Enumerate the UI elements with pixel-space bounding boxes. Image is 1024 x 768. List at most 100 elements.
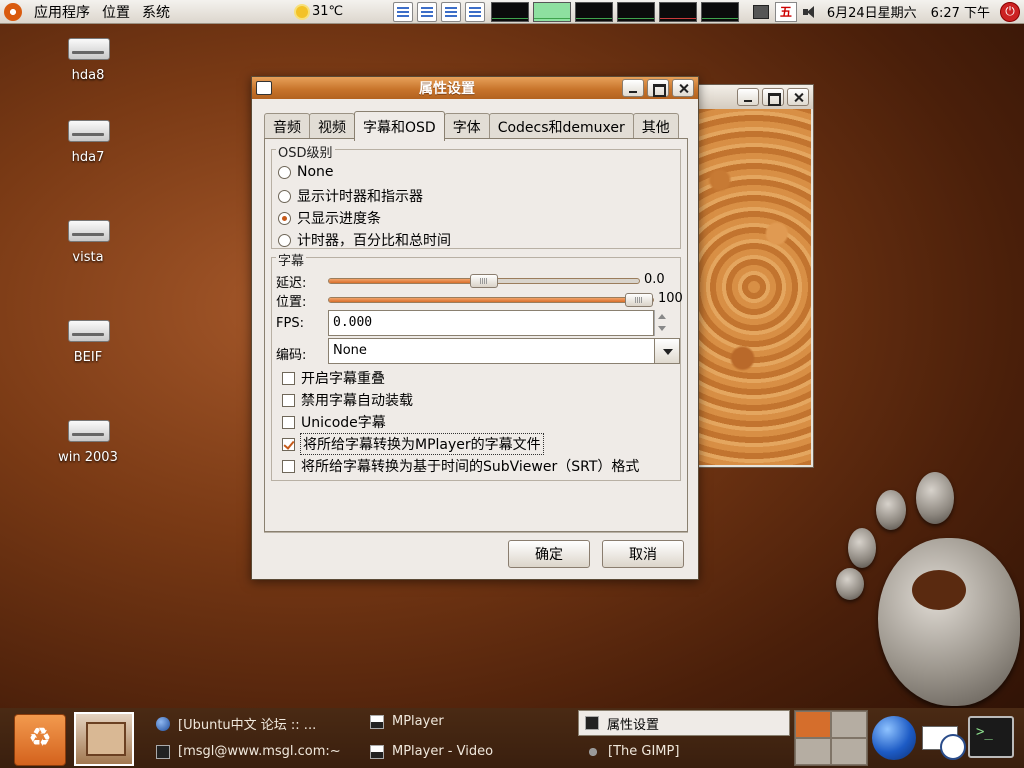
task-terminal[interactable]: [msgl@www.msgl.com:~ [156,744,341,759]
radio-button[interactable] [278,189,291,203]
menu-places[interactable]: 位置 [96,2,136,22]
workspace-2[interactable] [831,711,867,738]
ok-button[interactable]: 确定 [508,540,590,568]
osd-option-label: 显示计时器和指示器 [297,189,423,205]
system-monitors [491,1,740,22]
tab-codecs-demuxer[interactable]: Codecs和demuxer [488,113,634,139]
checkbox[interactable] [282,415,295,429]
input-method-indicator[interactable]: 五 [774,1,797,22]
task-label: [msgl@www.msgl.com:~ [178,744,341,759]
tab-font[interactable]: 字体 [443,113,490,139]
task-mplayer[interactable]: MPlayer [370,714,444,729]
drive-icon [68,314,110,342]
osd-option-progress-bar[interactable]: 只显示进度条 [278,208,381,228]
task-preferences[interactable]: 属性设置 [578,710,790,736]
swap-monitor[interactable] [617,1,656,22]
workspace-4[interactable] [831,738,867,765]
gnome-toe-icon [876,490,906,530]
fps-input[interactable]: 0.000 [328,310,654,336]
window-menu-icon[interactable] [256,81,272,95]
power-icon[interactable]: ⏻ [1000,1,1020,22]
drive-icon [68,114,110,142]
close-icon[interactable] [672,79,694,97]
workspace-3[interactable] [795,738,831,765]
checkbox[interactable] [282,371,295,385]
launcher-file-icon[interactable] [465,1,486,22]
osd-option-label: None [297,164,334,180]
checkbox[interactable] [282,459,295,473]
desktop-icon-win2003[interactable]: win 2003 [43,414,133,465]
weather-applet[interactable]: 31℃ [296,4,343,19]
checkbox-label: Unicode字幕 [301,415,386,431]
gnome-toe-icon [916,472,954,524]
network-icon[interactable] [752,4,769,19]
maximize-icon[interactable] [647,79,669,97]
task-mplayer-video[interactable]: MPlayer - Video [370,744,493,759]
tab-subtitles-osd[interactable]: 字幕和OSD [354,111,445,141]
launcher-document-icon[interactable] [393,1,414,22]
tab-audio[interactable]: 音频 [264,113,310,139]
checkbox-subtitle-overlap[interactable]: 开启字幕重叠 [282,368,385,388]
clock-date[interactable]: 6月24日星期六 [827,2,917,21]
task-label: MPlayer - Video [392,744,494,759]
task-ubuntu-forum[interactable]: [Ubuntu中文 论坛 :: ... [156,714,316,733]
position-value: 100 [658,291,683,306]
checkbox-convert-mplayer[interactable]: 将所给字幕转换为MPlayer的字幕文件 [282,433,544,455]
cancel-button[interactable]: 取消 [602,540,684,568]
delay-slider-thumb[interactable] [470,274,498,288]
menu-applications[interactable]: 应用程序 [28,2,96,22]
launcher-text-icon[interactable] [417,1,438,22]
checkbox-disable-autoload[interactable]: 禁用字幕自动装载 [282,390,413,410]
terminal-launcher-icon[interactable] [968,716,1014,758]
checkbox-unicode-subtitles[interactable]: Unicode字幕 [282,412,386,432]
show-desktop-icon[interactable] [74,712,134,766]
gimp-splash-window[interactable] [688,84,814,468]
firefox-icon[interactable] [872,716,916,760]
desktop-icon-beif[interactable]: BEIF [43,314,133,365]
network-monitor[interactable] [575,1,614,22]
chevron-down-icon[interactable] [654,338,680,364]
trash-icon[interactable] [14,714,66,766]
osd-option-none[interactable]: None [278,164,334,180]
minimize-icon[interactable] [622,79,644,97]
cpu-monitor[interactable] [491,1,530,22]
checkbox[interactable] [282,393,295,407]
memory-monitor[interactable] [533,1,572,22]
workspace-1[interactable] [795,711,831,738]
delay-slider[interactable] [328,274,640,288]
radio-button-selected[interactable] [278,211,291,225]
osd-option-timer-percent-total[interactable]: 计时器，百分比和总时间 [278,230,451,250]
gnome-heel-icon [878,538,1020,706]
ubuntu-logo-icon[interactable] [4,2,22,21]
desktop-icon-vista[interactable]: vista [43,214,133,265]
close-icon[interactable] [787,88,809,106]
desktop-icon-hda8[interactable]: hda8 [43,32,133,83]
mail-clock-icon[interactable] [922,720,966,760]
disk-monitor[interactable] [701,1,740,22]
fps-spin-arrows-icon[interactable] [654,310,668,336]
tab-video[interactable]: 视频 [309,113,355,139]
gimp-splash-titlebar[interactable] [689,85,813,109]
position-slider-thumb[interactable] [625,293,653,307]
checkbox-checked[interactable] [282,437,295,451]
checkbox-convert-srt[interactable]: 将所给字幕转换为基于时间的SubViewer（SRT）格式 [282,456,639,476]
dialog-titlebar[interactable]: 属性设置 [252,77,698,99]
tab-other[interactable]: 其他 [632,113,679,139]
launcher-image-icon[interactable] [441,1,462,22]
desktop-icon-hda7[interactable]: hda7 [43,114,133,165]
position-slider[interactable] [328,293,654,307]
radio-button[interactable] [278,233,291,247]
load-monitor[interactable] [659,1,698,22]
gnome-toe-icon [836,568,864,600]
volume-icon[interactable] [802,5,817,18]
menu-system[interactable]: 系统 [136,2,176,22]
osd-option-timer-indicator[interactable]: 显示计时器和指示器 [278,186,423,206]
task-gimp[interactable]: [The GIMP] [586,744,679,759]
task-label: 属性设置 [607,717,660,733]
encoding-select[interactable]: None [328,338,658,364]
subtitles-title: 字幕 [276,250,307,269]
clock-time[interactable]: 6:27 下午 [931,2,990,21]
maximize-icon[interactable] [762,88,784,106]
minimize-icon[interactable] [737,88,759,106]
radio-button[interactable] [278,165,291,179]
